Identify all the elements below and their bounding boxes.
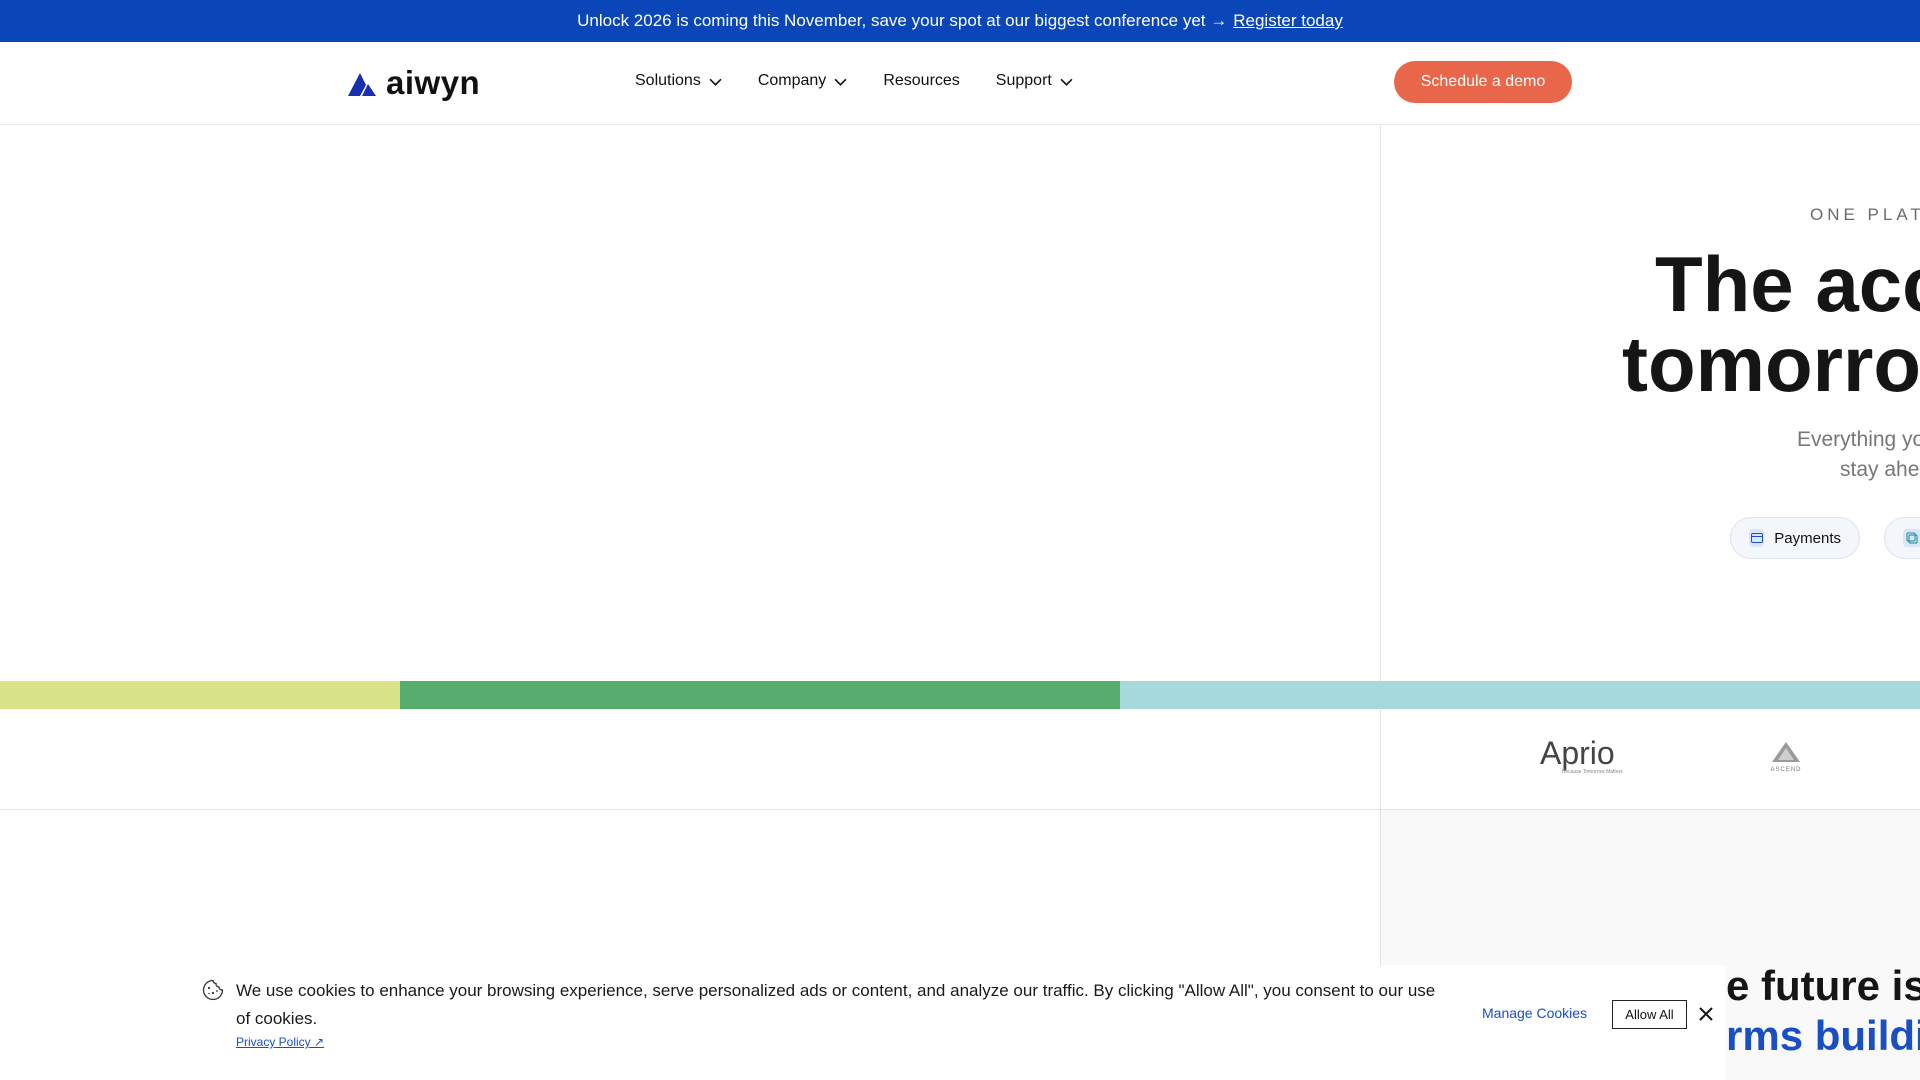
- nav-support-label: Support: [995, 72, 1052, 89]
- color-band-segment-1: [0, 681, 400, 709]
- schedule-demo-button[interactable]: Schedule a demo: [1394, 61, 1572, 103]
- hero-headline-line1: The acco: [1655, 240, 1920, 328]
- ascend-logo-icon: ASCEND: [1770, 742, 1801, 773]
- chevron-down-icon: [709, 78, 722, 86]
- pill-payments[interactable]: Payments: [1730, 517, 1860, 559]
- main-nav: Solutions Company Resources Support: [635, 72, 1109, 90]
- aprio-logo: Aprio: [1540, 735, 1615, 771]
- hero-subtext-line1: Everything yo: [1797, 428, 1920, 451]
- document-icon: [1903, 529, 1920, 547]
- aprio-logo-tagline: Because Tomorrow Matters: [1562, 769, 1623, 775]
- nav-company[interactable]: Company: [758, 72, 847, 90]
- chevron-down-icon: [834, 78, 847, 86]
- nav-support[interactable]: Support: [996, 72, 1073, 90]
- lower-headline-line2: rms buildin: [1726, 1012, 1920, 1059]
- chevron-down-icon: [1060, 78, 1073, 86]
- privacy-policy-link[interactable]: Privacy Policy ↗: [236, 1035, 324, 1049]
- nav-solutions-label: Solutions: [635, 72, 701, 89]
- hero-eyebrow: ONE PLATF: [1810, 205, 1920, 224]
- site-header: aiwyn Solutions Company Resources Suppor…: [0, 42, 1920, 125]
- cookie-icon: [202, 979, 224, 1001]
- nav-resources[interactable]: Resources: [883, 72, 959, 90]
- close-icon[interactable]: [1695, 1003, 1717, 1025]
- ascend-logo-text: ASCEND: [1770, 767, 1801, 773]
- nav-solutions[interactable]: Solutions: [635, 72, 722, 90]
- logo[interactable]: aiwyn: [348, 64, 480, 102]
- logo-text: aiwyn: [386, 64, 481, 101]
- nav-resources-label: Resources: [883, 72, 960, 89]
- nav-company-label: Company: [757, 72, 827, 89]
- register-today-link[interactable]: Register today: [1233, 11, 1343, 31]
- pill-payments-label: Payments: [1774, 529, 1841, 547]
- page: Unlock 2026 is coming this November, sav…: [0, 0, 1920, 1080]
- pill-second[interactable]: [1884, 517, 1920, 559]
- announcement-bar: Unlock 2026 is coming this November, sav…: [0, 0, 1920, 42]
- logo-mark-icon: [348, 73, 376, 96]
- card-icon: [1749, 529, 1765, 547]
- announcement-text: Unlock 2026 is coming this November, sav…: [577, 11, 1228, 30]
- hero-headline-line2: tomorrow: [1622, 320, 1920, 408]
- hero-subtext-line2: stay ahea: [1840, 458, 1920, 481]
- color-band-segment-2: [400, 681, 1120, 709]
- color-band-segment-3: [1120, 681, 1920, 709]
- manage-cookies-link[interactable]: Manage Cookies: [1482, 1005, 1587, 1021]
- allow-all-button[interactable]: Allow All: [1612, 1000, 1687, 1029]
- lower-headline-line1: e future isn: [1726, 962, 1920, 1009]
- cookie-message: We use cookies to enhance your browsing …: [236, 981, 1436, 1028]
- cookie-banner: We use cookies to enhance your browsing …: [180, 965, 1725, 1080]
